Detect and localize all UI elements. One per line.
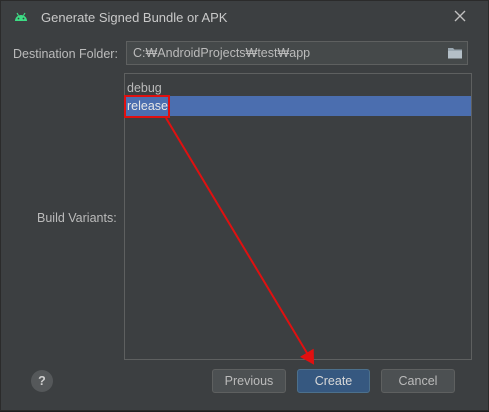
- cancel-button[interactable]: Cancel: [381, 369, 455, 393]
- help-button[interactable]: ?: [31, 370, 53, 392]
- previous-button[interactable]: Previous: [212, 369, 286, 393]
- annotation-arrow: [165, 117, 315, 365]
- generate-signed-bundle-dialog: Generate Signed Bundle or APK Destinatio…: [0, 0, 489, 411]
- create-button[interactable]: Create: [297, 369, 370, 393]
